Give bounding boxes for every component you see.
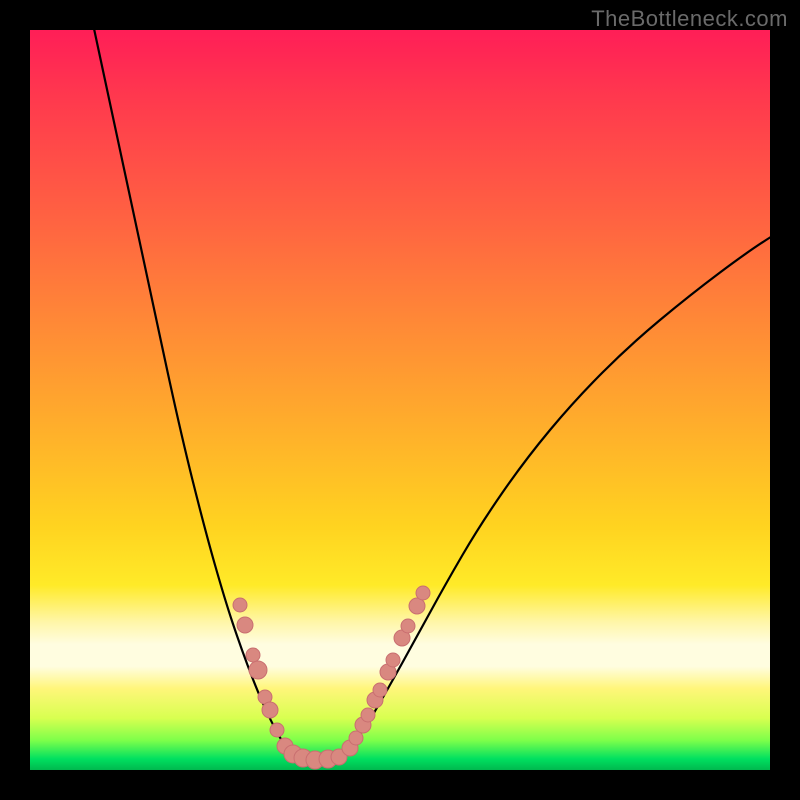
data-point	[246, 648, 260, 662]
data-point	[270, 723, 284, 737]
scatter-dots	[233, 586, 430, 769]
data-point	[416, 586, 430, 600]
chart-frame: TheBottleneck.com	[0, 0, 800, 800]
data-point	[361, 708, 375, 722]
bottleneck-curve	[30, 30, 770, 770]
data-point	[233, 598, 247, 612]
data-point	[262, 702, 278, 718]
watermark-text: TheBottleneck.com	[591, 6, 788, 32]
plot-area	[30, 30, 770, 770]
data-point	[401, 619, 415, 633]
curve-left-branch	[90, 30, 295, 756]
data-point	[237, 617, 253, 633]
data-point	[386, 653, 400, 667]
curve-right-branch	[342, 225, 770, 756]
data-point	[373, 683, 387, 697]
data-point	[249, 661, 267, 679]
